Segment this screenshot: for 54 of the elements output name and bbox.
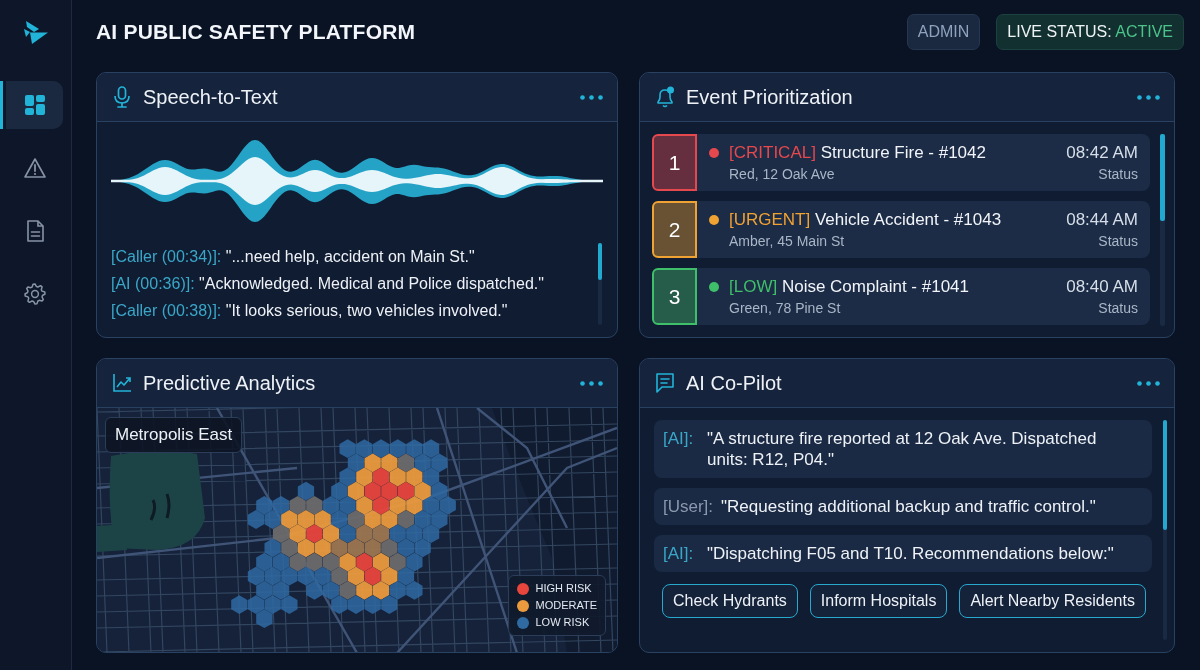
- priority-rank: 1: [652, 134, 697, 191]
- event-status: Status: [1097, 298, 1138, 318]
- event-title: [CRITICAL] Structure Fire - #1042: [729, 141, 987, 164]
- message-text: "Requesting additional backup and traffic control.": [721, 496, 1096, 517]
- event-title: [LOW] Noise Complaint - #1041: [729, 275, 970, 298]
- event-status: Status: [1097, 231, 1138, 251]
- action-button[interactable]: Check Hydrants: [662, 584, 798, 618]
- action-button[interactable]: Inform Hospitals: [809, 584, 948, 618]
- status-badge: LIVE STATUS: ACTIVE: [996, 14, 1184, 50]
- legend-label: LOW RISK: [535, 616, 590, 629]
- panel-title: Event Prioritization: [686, 85, 853, 109]
- line-chart-icon: [112, 372, 132, 394]
- message-sender: [AI]:: [663, 428, 695, 450]
- logo-icon: [22, 19, 49, 45]
- area-label: Metropolis East: [105, 417, 243, 453]
- role-badge: ADMIN: [906, 14, 981, 50]
- warning-icon: [23, 157, 46, 179]
- chat-icon: [655, 372, 675, 394]
- bell-icon: [655, 86, 675, 108]
- message-text: "A structure fire reported at 12 Oak Ave. Dispatched units: R12, P04.": [707, 428, 1098, 470]
- more-icon[interactable]: [580, 94, 603, 100]
- event-title: [URGENT] Vehicle Accident - #1043: [729, 208, 1003, 231]
- transcript-line: [Caller (00:34)]: "...need help, accident on Main St.": [111, 247, 476, 267]
- legend-label: MODERATE: [535, 599, 597, 612]
- dashboard-icon: [23, 94, 46, 116]
- message-sender: [AI]:: [663, 543, 695, 564]
- scrollbar-thumb[interactable]: [1163, 420, 1167, 530]
- panel-title: Speech-to-Text: [143, 85, 278, 109]
- panel-title: AI Co-Pilot: [686, 371, 782, 395]
- settings-icon: [23, 283, 46, 305]
- panel-title: Predictive Analytics: [143, 371, 316, 395]
- sidebar-button[interactable]: [0, 81, 63, 129]
- event-location: Amber, 45 Main St: [729, 231, 846, 251]
- scrollbar-thumb[interactable]: [598, 243, 602, 280]
- microphone-icon: [112, 86, 132, 108]
- event-status: Status: [1097, 164, 1138, 184]
- message-text: "Dispatching F05 and T10. Recommendations below:": [707, 543, 1114, 564]
- event-time: 08:42 AM: [1066, 141, 1138, 164]
- action-button[interactable]: Alert Nearby Residents: [959, 584, 1146, 618]
- priority-rank: 2: [652, 201, 697, 258]
- more-icon[interactable]: [1137, 380, 1160, 386]
- event-location: Red, 12 Oak Ave: [729, 164, 836, 184]
- scrollbar-thumb[interactable]: [1160, 134, 1165, 221]
- legend-label: HIGH RISK: [535, 582, 592, 595]
- event-time: 08:40 AM: [1066, 275, 1138, 298]
- event-time: 08:44 AM: [1066, 208, 1138, 231]
- transcript-line: [Caller (00:38)]: "It looks serious, two vehicles involved.": [111, 301, 509, 321]
- transcript-line: [AI (00:36)]: "Acknowledged. Medical and Police dispatched.": [111, 274, 545, 294]
- event-location: Green, 78 Pine St: [729, 298, 842, 318]
- more-icon[interactable]: [580, 380, 603, 386]
- priority-rank: 3: [652, 268, 697, 325]
- more-icon[interactable]: [1137, 94, 1160, 100]
- app-title: AI PUBLIC SAFETY PLATFORM: [96, 19, 416, 45]
- message-sender: [User]:: [663, 496, 714, 517]
